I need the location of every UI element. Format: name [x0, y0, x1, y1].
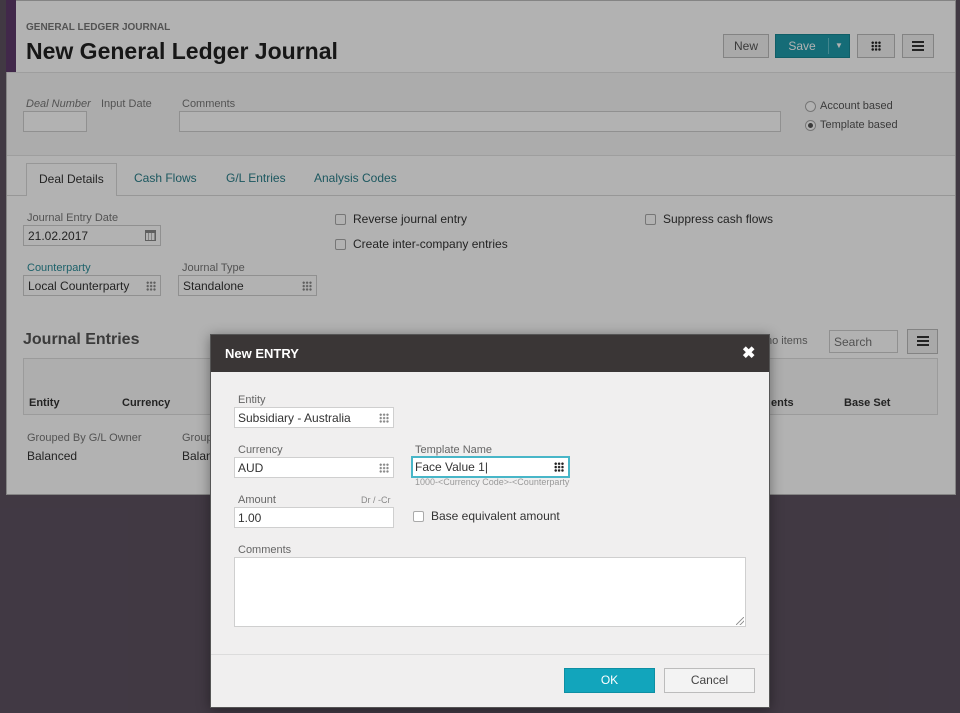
resize-handle-icon[interactable]: [736, 617, 744, 625]
amount-hint: Dr / -Cr: [361, 495, 391, 505]
template-name-hint: 1000-<Currency Code>-<Counterparty: [415, 477, 570, 487]
lookup-grid-icon[interactable]: [554, 462, 564, 472]
amount-label: Amount: [238, 494, 276, 506]
template-name-field[interactable]: Face Value 1|: [411, 456, 570, 478]
lookup-grid-icon[interactable]: [379, 413, 389, 423]
entity-field[interactable]: Subsidiary - Australia: [234, 407, 394, 428]
dialog-comments-label: Comments: [238, 544, 292, 556]
lookup-grid-icon[interactable]: [379, 463, 389, 473]
base-equivalent-checkbox[interactable]: [413, 511, 424, 522]
template-name-value: Face Value 1|: [415, 460, 488, 474]
cancel-button[interactable]: Cancel: [664, 668, 755, 693]
new-entry-dialog: New ENTRY ✖ Entity Subsidiary - Australi…: [210, 334, 770, 708]
base-equivalent-label: Base equivalent amount: [431, 509, 560, 523]
entity-value: Subsidiary - Australia: [238, 411, 351, 425]
template-name-label: Template Name: [415, 444, 493, 456]
dialog-title: New ENTRY: [225, 346, 299, 361]
close-icon[interactable]: ✖: [742, 343, 755, 363]
ok-button[interactable]: OK: [564, 668, 655, 693]
dialog-comments-textarea[interactable]: [234, 557, 746, 627]
currency-field[interactable]: AUD: [234, 457, 394, 478]
currency-label: Currency: [238, 444, 283, 456]
amount-field[interactable]: 1.00: [234, 507, 394, 528]
currency-value: AUD: [238, 461, 264, 475]
entity-label: Entity: [238, 394, 266, 406]
dialog-footer-divider: [211, 654, 769, 655]
